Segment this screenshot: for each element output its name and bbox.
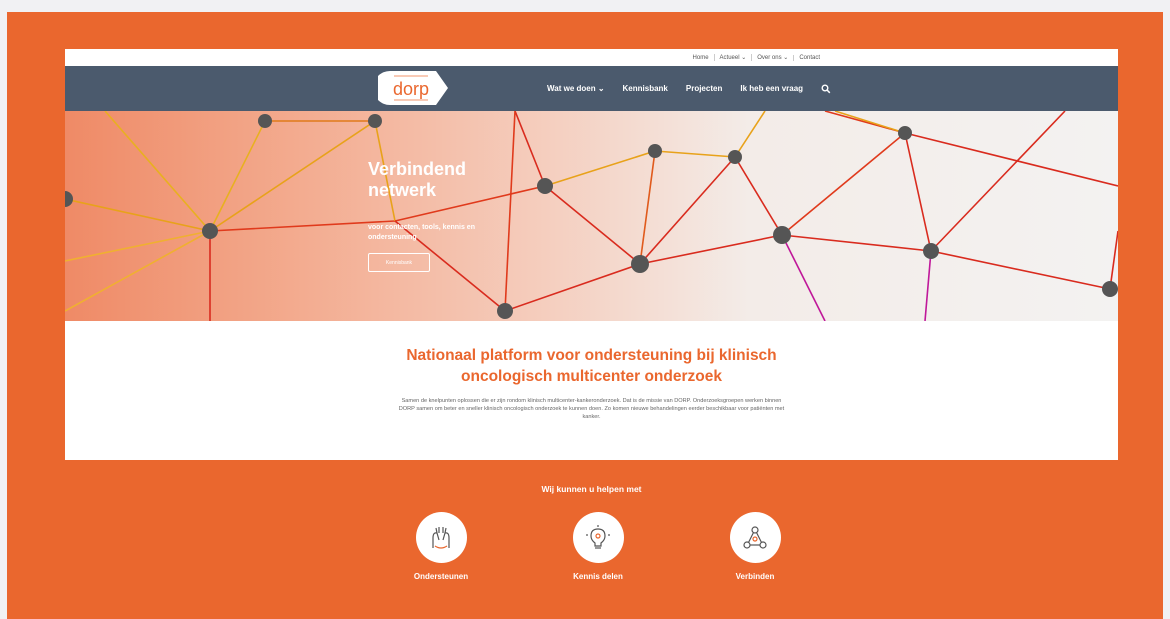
help-label-verbinden: Verbinden	[735, 572, 775, 581]
intro-body: Samen de knelpunten oplossen die er zijn…	[398, 398, 785, 420]
nav-item-ik-heb-een-vraag[interactable]: Ik heb een vraag	[740, 84, 803, 93]
topbar-link-contact[interactable]: Contact	[793, 54, 825, 61]
hero-title: Verbindend netwerk	[368, 159, 467, 200]
network-background-image	[65, 111, 1118, 321]
website: Home Actueel ⌄ Over ons ⌄ Contact dorp W…	[65, 49, 1118, 460]
top-utility-bar: Home Actueel ⌄ Over ons ⌄ Contact	[65, 49, 1118, 66]
help-item-verbinden[interactable]: Verbinden	[710, 512, 800, 581]
help-label-kennis-delen: Kennis delen	[573, 572, 623, 581]
help-section: Wij kunnen u helpen met Ondersteunen Ken…	[65, 484, 1118, 581]
hands-icon	[415, 512, 467, 563]
dorp-logo[interactable]: dorp	[378, 68, 450, 108]
topbar-link-over-ons[interactable]: Over ons ⌄	[751, 54, 793, 61]
nav-item-wat-we-doen[interactable]: Wat we doen ⌄	[547, 84, 605, 93]
topbar-link-home[interactable]: Home	[688, 55, 714, 61]
logo-text: dorp	[393, 79, 429, 99]
nav-links: Wat we doen ⌄ Kennisbank Projecten Ik he…	[547, 66, 831, 111]
network-icon	[729, 512, 781, 563]
nav-item-projecten[interactable]: Projecten	[686, 84, 722, 93]
help-title: Wij kunnen u helpen met	[541, 484, 642, 494]
lightbulb-icon	[572, 512, 624, 563]
intro-section: Nationaal platform voor ondersteuning bi…	[65, 321, 1118, 460]
help-item-ondersteunen[interactable]: Ondersteunen	[396, 512, 486, 581]
topbar-link-actueel[interactable]: Actueel ⌄	[713, 54, 752, 61]
search-icon[interactable]	[821, 84, 831, 94]
main-navbar: dorp Wat we doen ⌄ Kennisbank Projecten …	[65, 66, 1118, 111]
nav-item-kennisbank[interactable]: Kennisbank	[623, 84, 668, 93]
help-label-ondersteunen: Ondersteunen	[413, 572, 469, 581]
hero-banner: Verbindend netwerk voor contacten, tools…	[65, 111, 1118, 321]
kennisbank-button[interactable]: Kennisbank	[368, 253, 430, 272]
intro-heading: Nationaal platform voor ondersteuning bi…	[406, 347, 777, 385]
hero-subtitle: voor contacten, tools, kennis en onderst…	[368, 224, 475, 241]
help-item-kennis-delen[interactable]: Kennis delen	[553, 512, 643, 581]
